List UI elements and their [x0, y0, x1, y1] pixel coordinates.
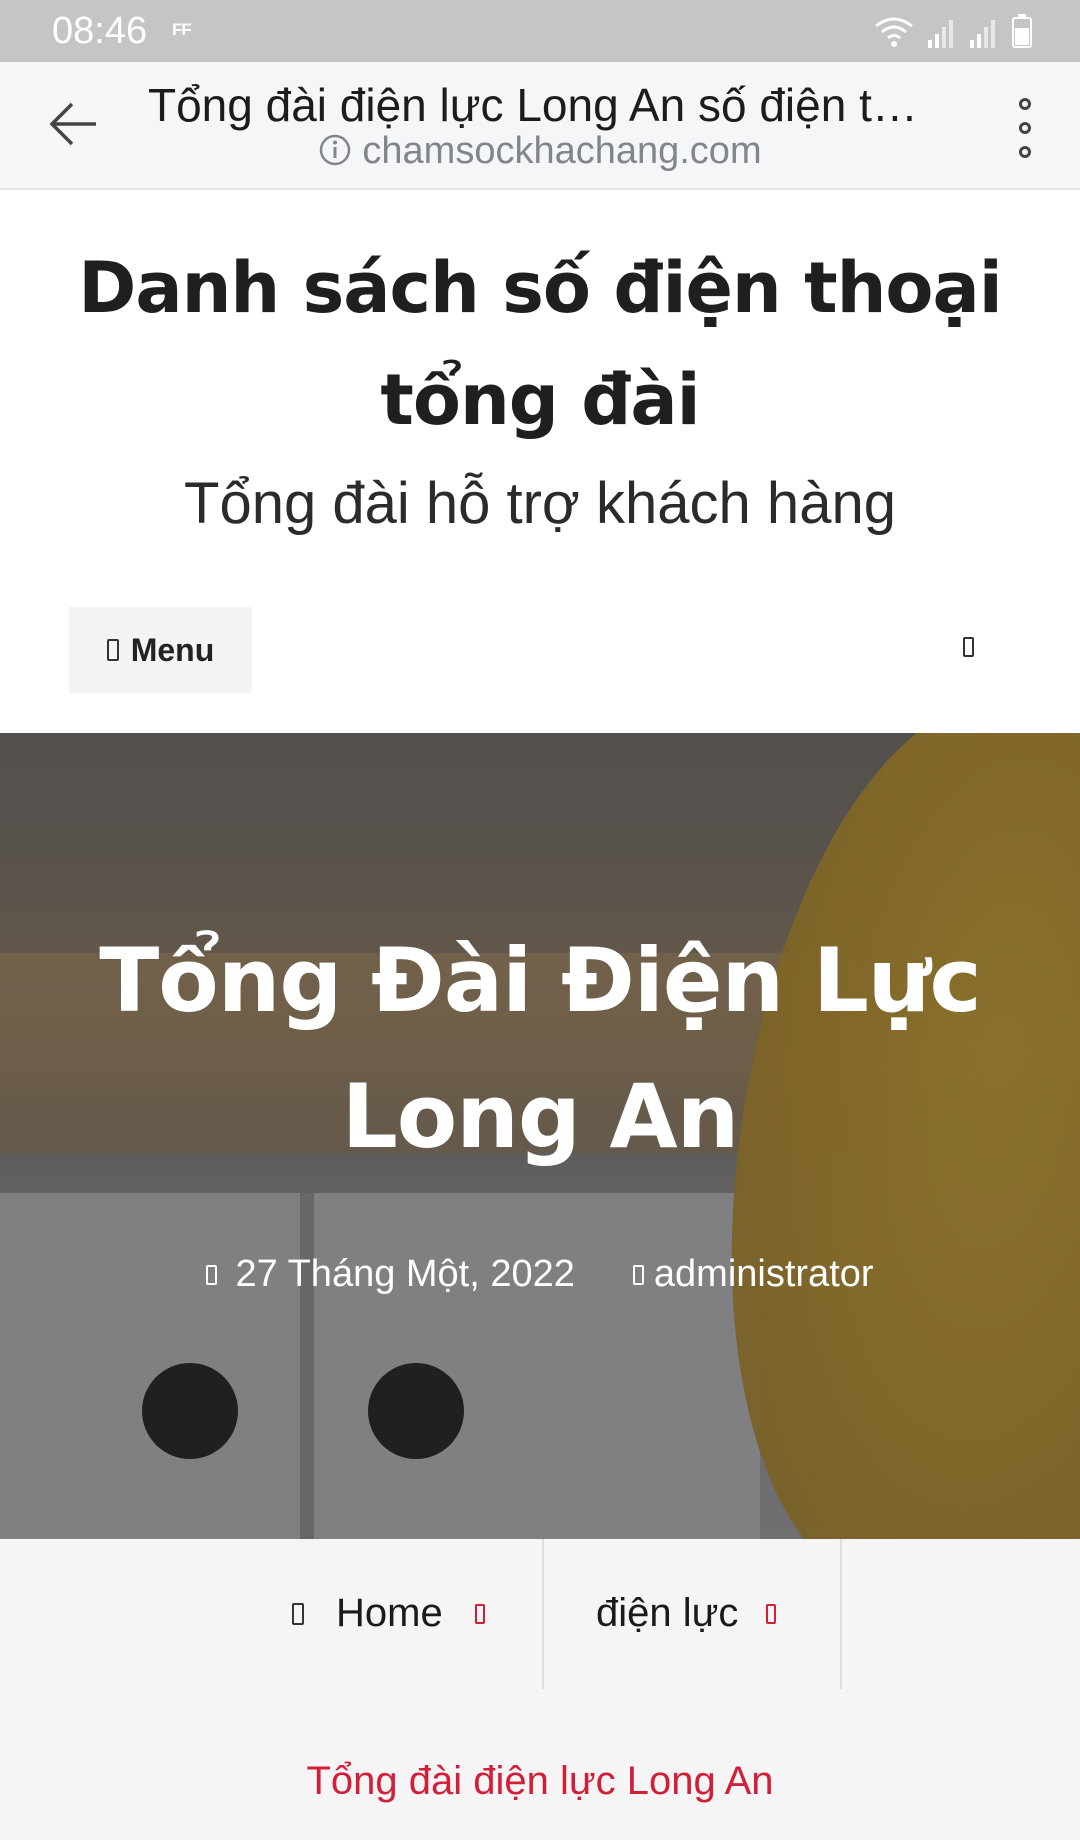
post-author[interactable]: administrator [654, 1253, 874, 1296]
breadcrumb-item-dien-luc[interactable]: điện lực [596, 1591, 777, 1636]
menu-label: Menu [130, 631, 215, 668]
wifi-icon [874, 16, 914, 48]
post-title: Tổng Đài Điện Lực Long An [99, 929, 981, 1168]
post-meta: 27 Tháng Một, 2022 administrator [0, 1253, 1080, 1296]
user-icon [632, 1264, 644, 1285]
calendar-icon [206, 1264, 218, 1285]
breadcrumb-divider [840, 1539, 842, 1689]
menu-button[interactable]: Menu [69, 607, 252, 693]
home-icon [292, 1602, 304, 1625]
post-hero: Tổng Đài Điện Lực Long An 27 Tháng Một, … [0, 733, 1080, 1539]
breadcrumb-item-home[interactable]: Home [292, 1591, 485, 1636]
more-vertical-icon [1019, 98, 1031, 110]
site-tagline: Tổng đài hỗ trợ khách hàng [184, 471, 896, 536]
status-time: 08:46 [52, 10, 148, 52]
breadcrumb-label: Home [336, 1591, 443, 1635]
post-date[interactable]: 27 Tháng Một, 2022 [235, 1253, 574, 1296]
signal-icon [928, 18, 956, 48]
info-icon[interactable] [318, 133, 352, 171]
breadcrumb: Home điện lực Tổng đài điện lực Long An [0, 1539, 1080, 1840]
breadcrumb-current: Tổng đài điện lực Long An [306, 1759, 774, 1803]
status-bar: 08:46 FF [0, 0, 1080, 62]
menu-icon [106, 639, 119, 661]
chevron-right-icon [766, 1603, 777, 1624]
site-title[interactable]: Danh sách số điện thoại tổng đài [40, 232, 1040, 456]
more-options-button[interactable] [1010, 98, 1040, 158]
status-indicator: FF [172, 20, 192, 39]
search-button[interactable] [956, 632, 980, 662]
breadcrumb-divider [542, 1539, 544, 1689]
battery-icon [1012, 14, 1032, 48]
more-vertical-icon-dot [1019, 122, 1031, 134]
url-bar[interactable]: chamsockhachang.com [0, 130, 1080, 173]
status-icons [874, 14, 1032, 48]
page-title: Tổng đài điện lực Long An số điện thoại [148, 79, 928, 131]
browser-toolbar: Tổng đài điện lực Long An số điện thoại … [0, 62, 1080, 190]
breadcrumb-row: Home điện lực [0, 1539, 1080, 1689]
signal-icon [970, 18, 998, 48]
chevron-right-icon [474, 1603, 485, 1624]
url-text: chamsockhachang.com [362, 130, 762, 172]
more-vertical-icon-dot [1019, 146, 1031, 158]
breadcrumb-label: điện lực [596, 1591, 739, 1635]
search-icon [962, 637, 974, 657]
